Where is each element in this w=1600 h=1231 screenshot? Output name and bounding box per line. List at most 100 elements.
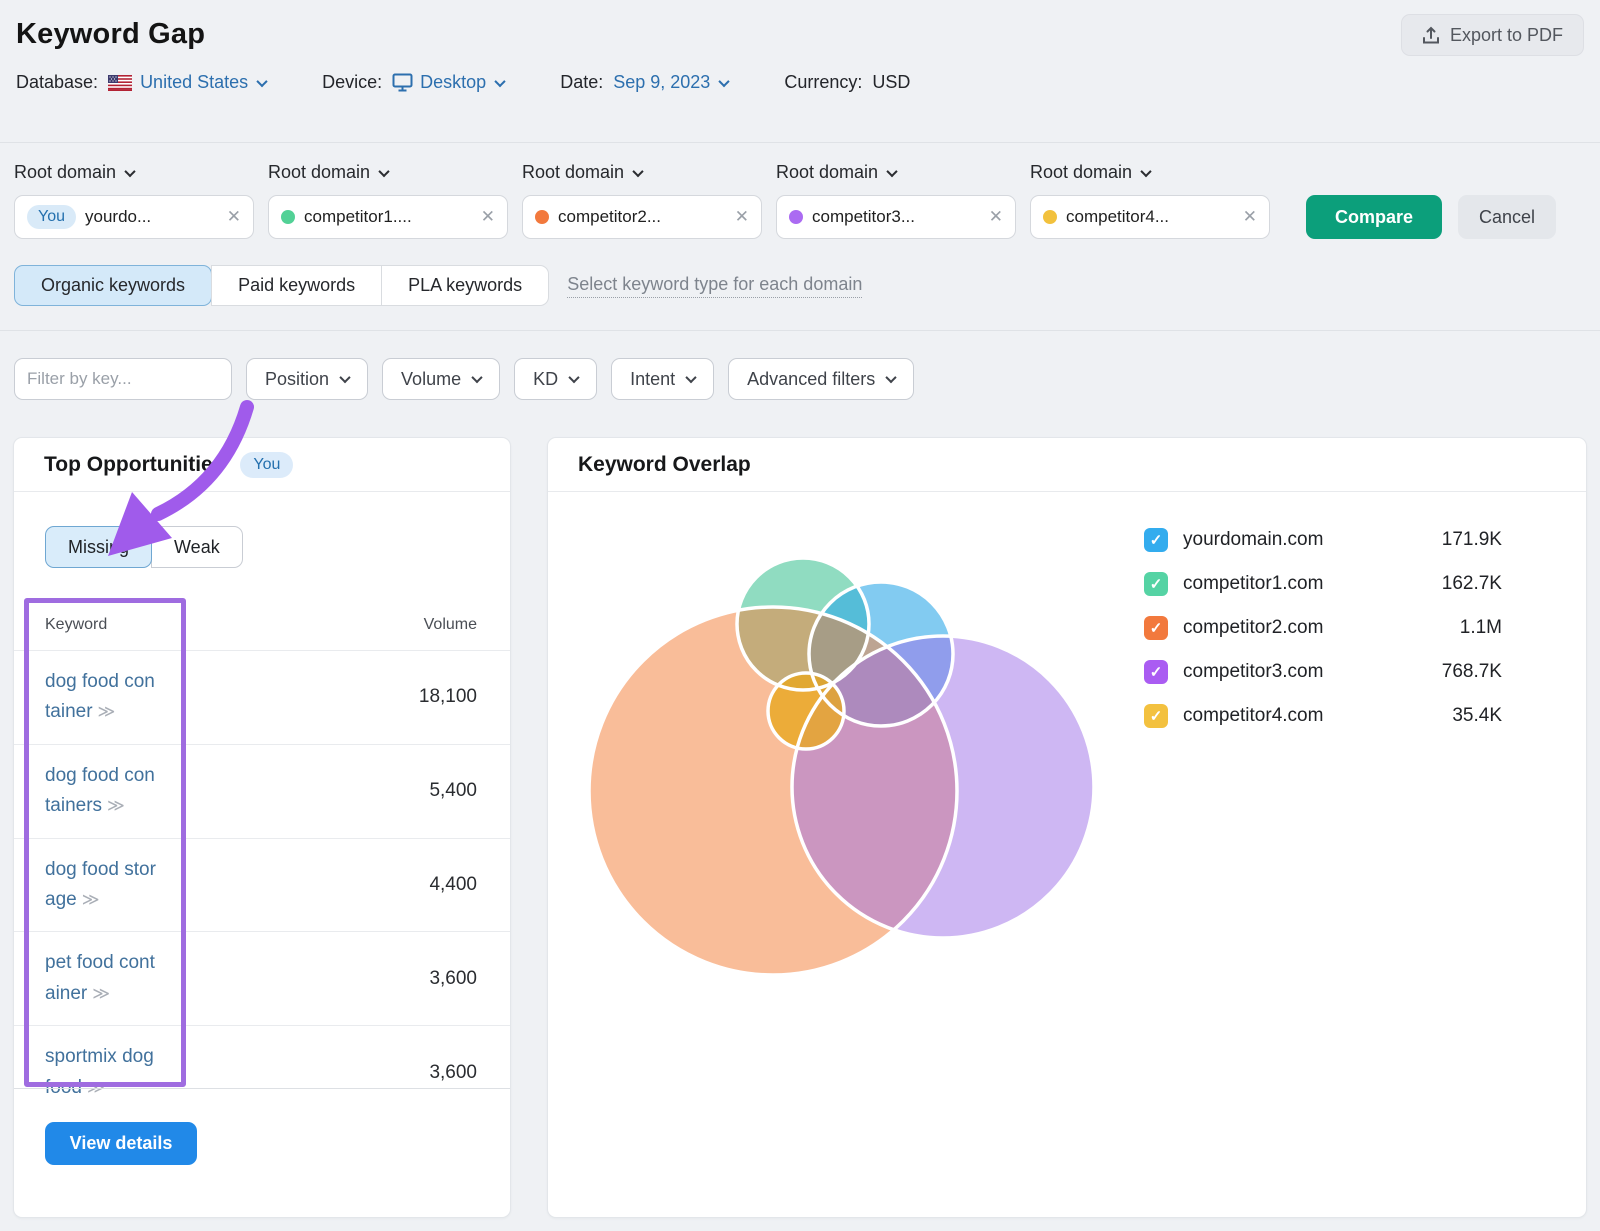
root-domain-column: Root domain competitor3... ✕	[776, 162, 1016, 239]
legend-domain-name: competitor2.com	[1183, 617, 1323, 639]
remove-domain-icon[interactable]: ✕	[731, 207, 749, 227]
legend-domain-name: competitor4.com	[1183, 705, 1323, 727]
date-select[interactable]: Sep 9, 2023	[613, 72, 728, 93]
keyword-type-tabs: Organic keywordsPaid keywordsPLA keyword…	[14, 265, 862, 306]
domain-checkbox[interactable]: ✓	[1144, 704, 1168, 728]
toggle-weak[interactable]: Weak	[151, 526, 243, 568]
chevron-down-icon	[471, 372, 482, 383]
chevron-down-icon	[568, 372, 579, 383]
filter-dropdown-advanced-filters[interactable]: Advanced filters	[728, 358, 914, 400]
domain-selectors: Root domain Youyourdo...✕ Root domain compe…	[14, 162, 1584, 239]
keyword-overlap-panel: Keyword Overlap ✓yourdomain.com171.9K✓co…	[547, 437, 1587, 1218]
legend-item: ✓ competitor2.com1.1M	[1144, 606, 1502, 650]
domain-checkbox[interactable]: ✓	[1144, 616, 1168, 640]
chevron-down-icon	[124, 165, 135, 176]
select-keyword-type-link[interactable]: Select keyword type for each domain	[567, 274, 862, 298]
volume-value: 4,400	[157, 874, 477, 896]
domain-chip-label: competitor1....	[304, 207, 468, 227]
cancel-button[interactable]: Cancel	[1458, 195, 1556, 239]
table-row: dog food container≫18,100	[14, 650, 510, 744]
legend-keyword-count: 1.1M	[1323, 617, 1502, 639]
table-row: pet food container≫3,600	[14, 931, 510, 1025]
export-icon	[1422, 26, 1440, 45]
missing-weak-toggle: Missing Weak	[45, 526, 243, 568]
database-select[interactable]: United States	[140, 72, 266, 93]
root-domain-dropdown[interactable]: Root domain	[522, 162, 762, 183]
filter-dropdown-volume[interactable]: Volume	[382, 358, 500, 400]
domain-checkbox[interactable]: ✓	[1144, 660, 1168, 684]
open-keyword-icon[interactable]: ≫	[92, 984, 110, 1003]
domain-chip[interactable]: competitor3... ✕	[776, 195, 1016, 239]
open-keyword-icon[interactable]: ≫	[82, 890, 100, 909]
date-label: Date:	[560, 72, 603, 93]
domain-color-dot-icon	[789, 210, 803, 224]
currency-value: USD	[872, 72, 910, 93]
root-domain-column: Root domain competitor2...✕	[522, 162, 762, 239]
volume-value: 3,600	[157, 1062, 477, 1084]
chevron-down-icon	[886, 165, 897, 176]
top-opportunities-panel: Top Opportunities You Missing Weak Keywo…	[13, 437, 511, 1218]
domain-chip-label: competitor3...	[812, 207, 976, 227]
remove-domain-icon[interactable]: ✕	[1239, 207, 1257, 227]
volume-value: 3,600	[157, 968, 477, 990]
domain-chip[interactable]: competitor4... ✕	[1030, 195, 1270, 239]
domain-checkbox[interactable]: ✓	[1144, 528, 1168, 552]
chevron-down-icon	[632, 165, 643, 176]
keyword-link[interactable]: dog food containers	[45, 765, 155, 816]
root-domain-dropdown[interactable]: Root domain	[268, 162, 508, 183]
filters-bar: Position Volume KD Intent Advanced filters	[14, 358, 914, 400]
remove-domain-icon[interactable]: ✕	[985, 207, 1003, 227]
domain-checkbox[interactable]: ✓	[1144, 572, 1168, 596]
view-details-button[interactable]: View details	[45, 1122, 197, 1165]
domain-chip[interactable]: Youyourdo...✕	[14, 195, 254, 239]
domain-color-dot-icon	[281, 210, 295, 224]
page-title: Keyword Gap	[16, 18, 205, 51]
root-domain-dropdown[interactable]: Root domain	[14, 162, 254, 183]
table-row: dog food storage≫ 4,400	[14, 838, 510, 932]
volume-value: 18,100	[157, 686, 477, 708]
filter-dropdown-intent[interactable]: Intent	[611, 358, 714, 400]
currency-label: Currency:	[784, 72, 862, 93]
opportunities-footer: View details	[14, 1088, 510, 1217]
domain-chip-label: competitor4...	[1066, 207, 1230, 227]
root-domain-column: Root domain competitor4... ✕	[1030, 162, 1270, 239]
keyword-link[interactable]: dog food storage	[45, 859, 156, 910]
chevron-down-icon	[339, 372, 350, 383]
keyword-filter-input[interactable]	[15, 359, 232, 399]
chevron-down-icon	[685, 372, 696, 383]
opportunities-table: Keyword Volume dog food container≫18,100…	[14, 598, 510, 1119]
tab-organic-keywords[interactable]: Organic keywords	[14, 265, 212, 306]
device-select[interactable]: Desktop	[420, 72, 504, 93]
legend-item: ✓competitor3.com768.7K	[1144, 650, 1502, 694]
domain-chip[interactable]: competitor1.... ✕	[268, 195, 508, 239]
toggle-missing[interactable]: Missing	[45, 526, 152, 568]
legend-keyword-count: 35.4K	[1323, 705, 1502, 727]
legend-keyword-count: 171.9K	[1323, 529, 1502, 551]
legend-domain-name: yourdomain.com	[1183, 529, 1323, 551]
compare-button[interactable]: Compare	[1306, 195, 1442, 239]
tab-pla-keywords[interactable]: PLA keywords	[381, 265, 549, 306]
report-settings-bar: Database: United States Device: Desktop …	[16, 72, 910, 93]
tab-paid-keywords[interactable]: Paid keywords	[211, 265, 382, 306]
divider	[0, 142, 1600, 143]
root-domain-dropdown[interactable]: Root domain	[776, 162, 1016, 183]
export-to-pdf-button[interactable]: Export to PDF	[1401, 14, 1584, 56]
domain-chip[interactable]: competitor2...✕	[522, 195, 762, 239]
open-keyword-icon[interactable]: ≫	[107, 796, 125, 815]
filter-dropdown-position[interactable]: Position	[246, 358, 368, 400]
overlap-legend: ✓ yourdomain.com171.9K ✓competitor1.com162…	[1144, 518, 1502, 738]
filter-dropdown-kd[interactable]: KD	[514, 358, 597, 400]
database-label: Database:	[16, 72, 98, 93]
column-header-volume[interactable]: Volume	[157, 616, 477, 634]
remove-domain-icon[interactable]: ✕	[477, 207, 495, 227]
column-header-keyword[interactable]: Keyword	[45, 616, 157, 634]
domain-color-dot-icon	[535, 210, 549, 224]
legend-item: ✓ yourdomain.com171.9K	[1144, 518, 1502, 562]
legend-item: ✓competitor1.com162.7K	[1144, 562, 1502, 606]
remove-domain-icon[interactable]: ✕	[223, 207, 241, 227]
legend-domain-name: competitor3.com	[1183, 661, 1323, 683]
root-domain-dropdown[interactable]: Root domain	[1030, 162, 1270, 183]
top-opportunities-title: Top Opportunities	[44, 453, 224, 477]
open-keyword-icon[interactable]: ≫	[98, 702, 116, 721]
keyword-filter-box	[14, 358, 232, 400]
